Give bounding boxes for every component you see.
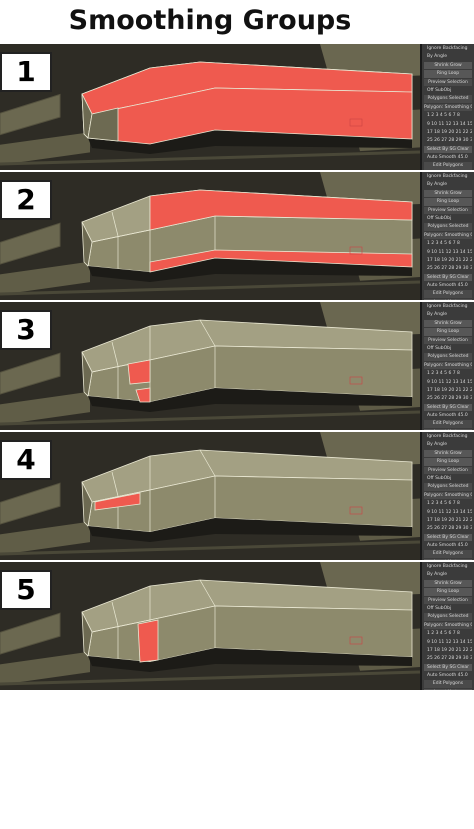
command-panel-item: By Angle (427, 182, 447, 188)
command-panel-item: Preview Selection (424, 206, 472, 214)
command-panel-item: 9 10 11 12 13 14 15 16 (427, 509, 472, 515)
command-panel-item[interactable]: Shrink Grow (424, 189, 472, 198)
command-panel-item: 17 18 19 20 21 22 23 24 (427, 257, 472, 263)
command-panel-item: Off SubObj (427, 87, 452, 93)
command-panel-item: Preview Selection (424, 78, 472, 86)
command-panel-item: 1 2 3 4 5 6 7 8 (427, 501, 460, 507)
command-panel: Ignore Backfacing By Angle Shrink Grow Ring… (420, 562, 474, 690)
command-panel-item: Ignore Backfacing (427, 434, 468, 439)
command-panel-item: Polygon: Smoothing Gro (424, 103, 472, 112)
command-panel-item: Polygon: Smoothing Gro (424, 361, 472, 370)
command-panel-item: Polygons Selected (424, 95, 472, 103)
command-panel-item[interactable]: Shrink Grow (424, 61, 472, 70)
command-panel: Ignore Backfacing By Angle Shrink Grow Ring… (420, 172, 474, 300)
command-panel-item[interactable]: Select By SG Clear (424, 273, 472, 282)
command-panel-item[interactable]: Ring Loop (424, 328, 472, 336)
command-panel-item: Edit Polygons (424, 680, 472, 688)
command-panel-item: Auto Smooth 45.0 (427, 283, 468, 289)
command-panel-item[interactable]: Ring Loop (424, 588, 472, 596)
command-panel-item: Off SubObj (427, 475, 452, 481)
command-panel-item: 1 2 3 4 5 6 7 8 (427, 241, 460, 247)
command-panel-item: 17 18 19 20 21 22 23 24 (427, 387, 472, 393)
viewport-panel-4: 4 Ignore Backfacing By Angle Shrink Grow Rin… (0, 432, 474, 560)
command-panel-item: Auto Smooth 45.0 (427, 543, 468, 549)
command-panel-item: Edit Polygons (424, 290, 472, 298)
command-panel-item[interactable]: Shrink Grow (424, 579, 472, 588)
command-panel-item: 9 10 11 12 13 14 15 16 (427, 639, 472, 645)
command-panel-item: 1 2 3 4 5 6 7 8 (427, 371, 460, 377)
command-panel-item: 9 10 11 12 13 14 15 16 (427, 249, 472, 255)
command-panel-item[interactable]: Insert Vertex (424, 558, 472, 560)
command-panel-item[interactable]: Select By SG Clear (424, 533, 472, 542)
command-panel-item: Preview Selection (424, 466, 472, 474)
command-panel-item: Polygon: Smoothing Gro (424, 621, 472, 630)
command-panel-item[interactable]: Insert Vertex (424, 428, 472, 430)
command-panel: Ignore Backfacing By Angle Shrink Grow Ring… (420, 44, 474, 170)
command-panel: Ignore Backfacing By Angle Shrink Grow Ring… (420, 432, 474, 560)
command-panel-item: Edit Polygons (424, 550, 472, 558)
command-panel-item[interactable]: Ring Loop (424, 458, 472, 466)
command-panel-item[interactable]: Insert Vertex (424, 688, 472, 690)
step-number-label: 5 (0, 570, 52, 610)
command-panel-item: 1 2 3 4 5 6 7 8 (427, 113, 460, 119)
step-number-label: 3 (0, 310, 52, 350)
command-panel-item: Polygon: Smoothing Gro (424, 231, 472, 240)
command-panel-item: Edit Polygons (424, 420, 472, 428)
highlighted-faces (137, 619, 159, 663)
command-panel-item: 25 26 27 28 29 30 31 32 (427, 138, 472, 144)
page-title: Smoothing Groups (68, 5, 352, 36)
command-panel-item: Off SubObj (427, 605, 452, 611)
command-panel-item: Off SubObj (427, 215, 452, 221)
command-panel-item[interactable]: Select By SG Clear (424, 663, 472, 672)
command-panel-item: By Angle (427, 572, 447, 578)
command-panel-item: Ignore Backfacing (427, 304, 468, 309)
viewport-panel-5: 5 Ignore Backfacing By Angle Shrink Grow Rin… (0, 562, 474, 690)
command-panel-item: By Angle (427, 312, 447, 318)
step-number-label: 4 (0, 440, 52, 480)
command-panel-item: 1 2 3 4 5 6 7 8 (427, 631, 460, 637)
command-panel-item: 25 26 27 28 29 30 31 32 (427, 656, 472, 662)
command-panel-item[interactable]: Shrink Grow (424, 319, 472, 328)
command-panel-item: By Angle (427, 54, 447, 60)
step-number-label: 1 (0, 52, 52, 92)
command-panel-item: Polygons Selected (424, 223, 472, 231)
command-panel-item: 25 26 27 28 29 30 31 32 (427, 396, 472, 402)
command-panel-item[interactable]: Insert Vertex (424, 298, 472, 300)
highlighted-faces (127, 359, 151, 385)
viewport-panel-1: 1 Ignore Backfacing By Angle Shrink Grow Rin… (0, 44, 474, 170)
command-panel-item[interactable]: Select By SG Clear (424, 145, 472, 154)
command-panel-item[interactable]: Select By SG Clear (424, 403, 472, 412)
command-panel-item: 25 26 27 28 29 30 31 32 (427, 526, 472, 532)
command-panel-item: 17 18 19 20 21 22 23 24 (427, 129, 472, 135)
command-panel-item: Polygons Selected (424, 613, 472, 621)
command-panel: Ignore Backfacing By Angle Shrink Grow Ring… (420, 302, 474, 430)
command-panel-item: Edit Polygons (424, 162, 472, 170)
command-panel-item: Auto Smooth 45.0 (427, 413, 468, 419)
command-panel-item: Polygons Selected (424, 483, 472, 491)
viewport-panel-3: 3 Ignore Backfacing By Angle Shrink Grow Rin… (0, 302, 474, 430)
command-panel-item: Preview Selection (424, 596, 472, 604)
command-panel-item: 9 10 11 12 13 14 15 16 (427, 121, 472, 127)
command-panel-item[interactable]: Ring Loop (424, 70, 472, 78)
step-number-label: 2 (0, 180, 52, 220)
command-panel-item: Off SubObj (427, 345, 452, 351)
command-panel-item: 17 18 19 20 21 22 23 24 (427, 517, 472, 523)
command-panel-item[interactable]: Ring Loop (424, 198, 472, 206)
command-panel-item: Auto Smooth 45.0 (427, 673, 468, 679)
command-panel-item: Ignore Backfacing (427, 564, 468, 569)
command-panel-item: 17 18 19 20 21 22 23 24 (427, 647, 472, 653)
command-panel-item: Preview Selection (424, 336, 472, 344)
command-panel-item: Auto Smooth 45.0 (427, 155, 468, 161)
command-panel-item[interactable]: Shrink Grow (424, 449, 472, 458)
command-panel-item: By Angle (427, 442, 447, 448)
viewport-panel-2: 2 Ignore Backfacing By Angle Shrink Grow Rin… (0, 172, 474, 300)
command-panel-item: 9 10 11 12 13 14 15 16 (427, 379, 472, 385)
command-panel-item: Ignore Backfacing (427, 46, 468, 51)
command-panel-item: Polygon: Smoothing Gro (424, 491, 472, 500)
command-panel-item: Ignore Backfacing (427, 174, 468, 179)
command-panel-item: Polygons Selected (424, 353, 472, 361)
command-panel-item: 25 26 27 28 29 30 31 32 (427, 266, 472, 272)
